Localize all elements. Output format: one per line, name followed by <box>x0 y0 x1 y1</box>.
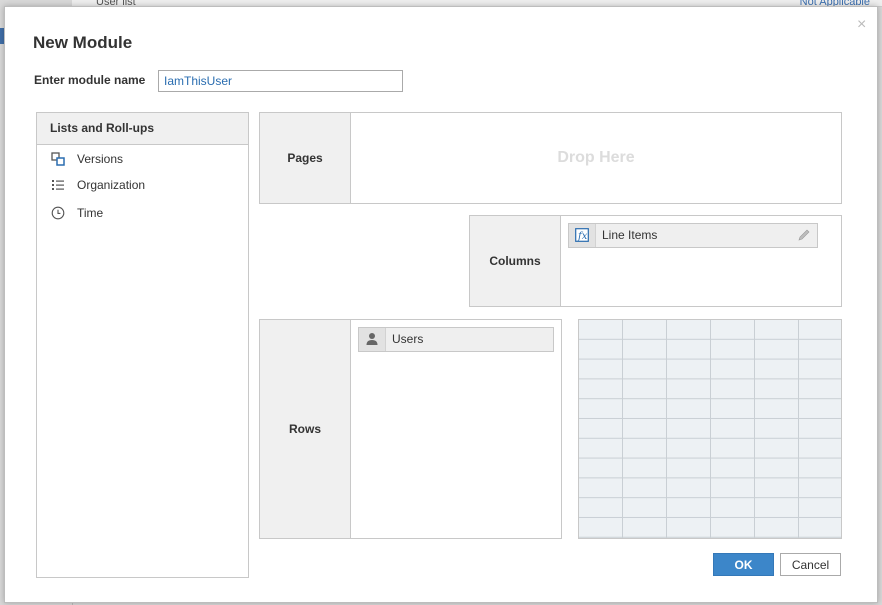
rows-zone-label: Rows <box>260 320 351 538</box>
pages-drop-zone[interactable]: Pages Drop Here <box>259 112 842 204</box>
new-module-dialog: × New Module Enter module name Lists and… <box>4 6 878 603</box>
clock-icon <box>51 206 65 220</box>
close-icon[interactable]: × <box>857 17 866 33</box>
users-chip[interactable]: Users <box>358 327 554 352</box>
pages-zone-label: Pages <box>260 113 351 203</box>
lists-panel: Lists and Roll-ups Versions Organization… <box>36 112 249 578</box>
module-name-input[interactable] <box>158 70 403 92</box>
line-items-chip[interactable]: fx Line Items <box>568 223 818 248</box>
drop-here-placeholder: Drop Here <box>557 149 635 166</box>
list-item-organization[interactable]: Organization <box>37 172 248 198</box>
list-icon <box>52 180 64 190</box>
versions-icon <box>51 152 65 166</box>
list-item-label: Organization <box>77 178 146 192</box>
cancel-button[interactable]: Cancel <box>780 553 841 576</box>
function-icon: fx <box>575 228 589 242</box>
columns-zone-label: Columns <box>470 216 561 306</box>
ok-button[interactable]: OK <box>713 553 774 576</box>
list-item-time[interactable]: Time <box>37 200 248 226</box>
module-preview-grid <box>578 319 842 539</box>
list-item-versions[interactable]: Versions <box>37 146 248 172</box>
svg-text:fx: fx <box>577 231 588 242</box>
chip-label: Line Items <box>602 228 658 242</box>
pencil-icon[interactable] <box>797 228 811 242</box>
list-item-label: Time <box>77 206 104 220</box>
chip-label: Users <box>392 332 424 346</box>
columns-drop-zone[interactable]: Columns fx Line Items <box>469 215 842 307</box>
lists-panel-header: Lists and Roll-ups <box>37 113 248 145</box>
rows-drop-zone[interactable]: Rows Users <box>259 319 562 539</box>
module-name-label: Enter module name <box>34 73 146 87</box>
list-item-label: Versions <box>77 152 124 166</box>
dialog-title: New Module <box>33 33 133 52</box>
user-icon <box>366 333 378 345</box>
